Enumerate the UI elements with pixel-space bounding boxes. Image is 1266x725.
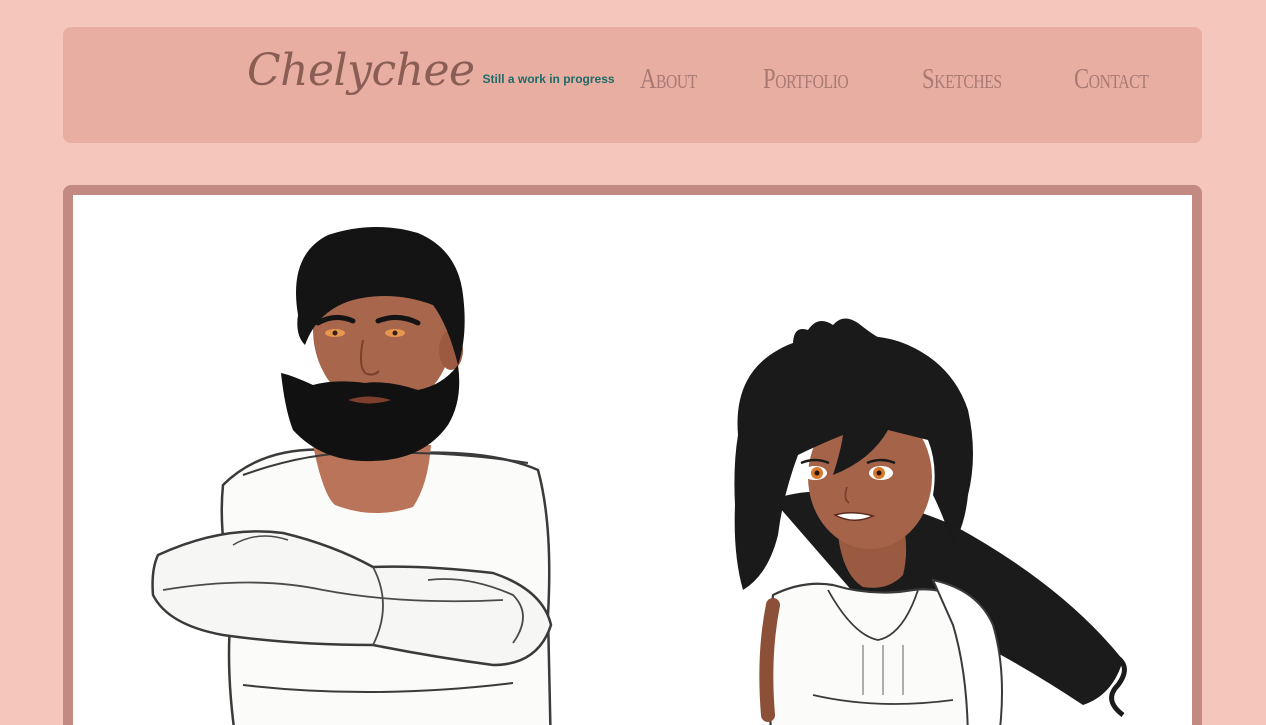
artwork-illustration [151, 226, 1127, 725]
dark-haired-woman-illustration [734, 318, 1127, 725]
nav-item-contact[interactable]: Contact [1074, 65, 1149, 94]
featured-artwork-frame [63, 185, 1202, 725]
nav-item-portfolio[interactable]: Portfolio [763, 65, 849, 94]
site-title[interactable]: Chelychee [247, 49, 475, 93]
main-nav: About Portfolio Sketches Contact [640, 65, 1170, 94]
nav-item-sketches[interactable]: Sketches [922, 65, 1002, 94]
page: Chelychee Still a work in progress About… [0, 0, 1266, 725]
bearded-man-illustration [151, 226, 553, 725]
nav-item-about[interactable]: About [640, 65, 697, 94]
featured-artwork-canvas [73, 195, 1192, 725]
site-header: Chelychee Still a work in progress About… [63, 27, 1202, 143]
site-tagline: Still a work in progress [482, 72, 615, 86]
brand[interactable]: Chelychee Still a work in progress [247, 49, 615, 93]
